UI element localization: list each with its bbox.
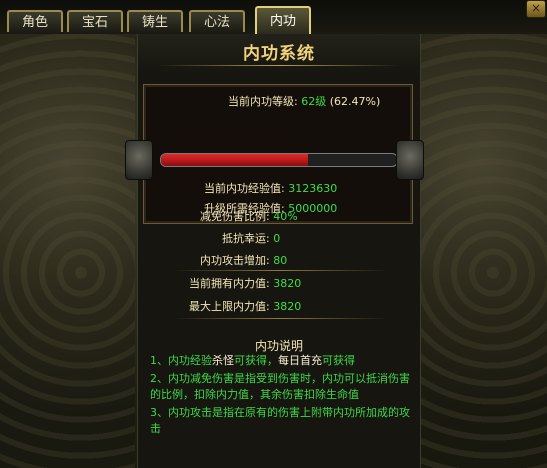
level-progress-bar xyxy=(160,153,398,167)
stat-value: 0 xyxy=(273,232,281,245)
desc-text: 可获得 xyxy=(322,354,355,367)
stat-label: 最大上限内力值: xyxy=(189,300,270,313)
description-title: 内功说明 xyxy=(254,339,303,353)
tab-mind-method[interactable]: 心法 xyxy=(189,10,245,32)
level-box: 当前内功等级: 62级 (62.47%) 当前内功经验值: 3123630 升级… xyxy=(143,84,413,224)
right-panel-handle xyxy=(396,140,424,180)
desc-text: 1、内功经验 xyxy=(150,354,212,367)
right-ornament-panel xyxy=(412,34,547,468)
title-divider xyxy=(158,65,400,66)
description-line-1: 1、内功经验杀怪可获得，每日首充可获得 xyxy=(150,353,412,369)
tab-character[interactable]: 角色 xyxy=(7,10,63,32)
current-exp-label: 当前内功经验值: xyxy=(204,182,285,195)
left-panel-handle xyxy=(125,140,153,180)
tab-internal-power[interactable]: 内功 xyxy=(255,6,311,34)
stat-label: 减免伤害比例: xyxy=(200,210,270,223)
level-row: 当前内功等级: 62级 (62.47%) xyxy=(228,93,380,109)
stat-label: 内功攻击增加: xyxy=(200,254,270,267)
stat-label: 抵抗幸运: xyxy=(222,232,270,245)
level-value: 62级 xyxy=(301,95,327,108)
stats-divider xyxy=(173,270,388,271)
tab-bar: 角色 宝石 铸生 心法 内功 × xyxy=(0,0,547,34)
current-exp-row: 当前内功经验值: 3123630 xyxy=(204,180,337,196)
luck-resist-row: 抵抗幸运: 0 xyxy=(222,230,280,246)
current-exp-value: 3123630 xyxy=(288,182,338,195)
stat-value: 40% xyxy=(273,210,298,223)
desc-highlight: 每日首充 xyxy=(278,354,322,367)
description-line-3: 3、内功攻击是指在原有的伤害上附带内功所加成的攻击 xyxy=(150,406,410,435)
max-force-row: 最大上限内力值: 3820 xyxy=(189,298,301,314)
level-percent: (62.47%) xyxy=(329,95,381,108)
current-force-row: 当前拥有内力值: 3820 xyxy=(189,275,301,291)
tab-gems[interactable]: 宝石 xyxy=(67,10,123,32)
stat-value: 3820 xyxy=(273,300,302,313)
level-label: 当前内功等级: xyxy=(228,95,298,108)
left-ornament-panel xyxy=(0,34,135,468)
internal-power-window: 角色 宝石 铸生 心法 内功 × 内功系统 当前内功等级: 62级 (62.47… xyxy=(0,0,547,468)
close-button[interactable]: × xyxy=(526,0,546,18)
internal-power-panel: 内功系统 当前内功等级: 62级 (62.47%) 当前内功经验值: 31236… xyxy=(137,34,421,468)
panel-title: 内功系统 xyxy=(243,44,315,64)
level-progress-fill xyxy=(161,154,309,166)
stat-value: 3820 xyxy=(273,277,302,290)
stat-value: 80 xyxy=(273,254,288,267)
description-line-2: 2、内功减免伤害是指受到伤害时，内功可以抵消伤害的比例，扣除内力值，其余伤害扣除… xyxy=(150,372,410,401)
tab-rebirth[interactable]: 铸生 xyxy=(127,10,183,32)
description-divider xyxy=(173,318,388,319)
desc-text: 可获得， xyxy=(234,354,278,367)
attack-bonus-row: 内功攻击增加: 80 xyxy=(200,252,287,268)
stat-label: 当前拥有内力值: xyxy=(189,277,270,290)
desc-highlight: 杀怪 xyxy=(212,354,234,367)
damage-reduction-row: 减免伤害比例: 40% xyxy=(200,208,298,224)
